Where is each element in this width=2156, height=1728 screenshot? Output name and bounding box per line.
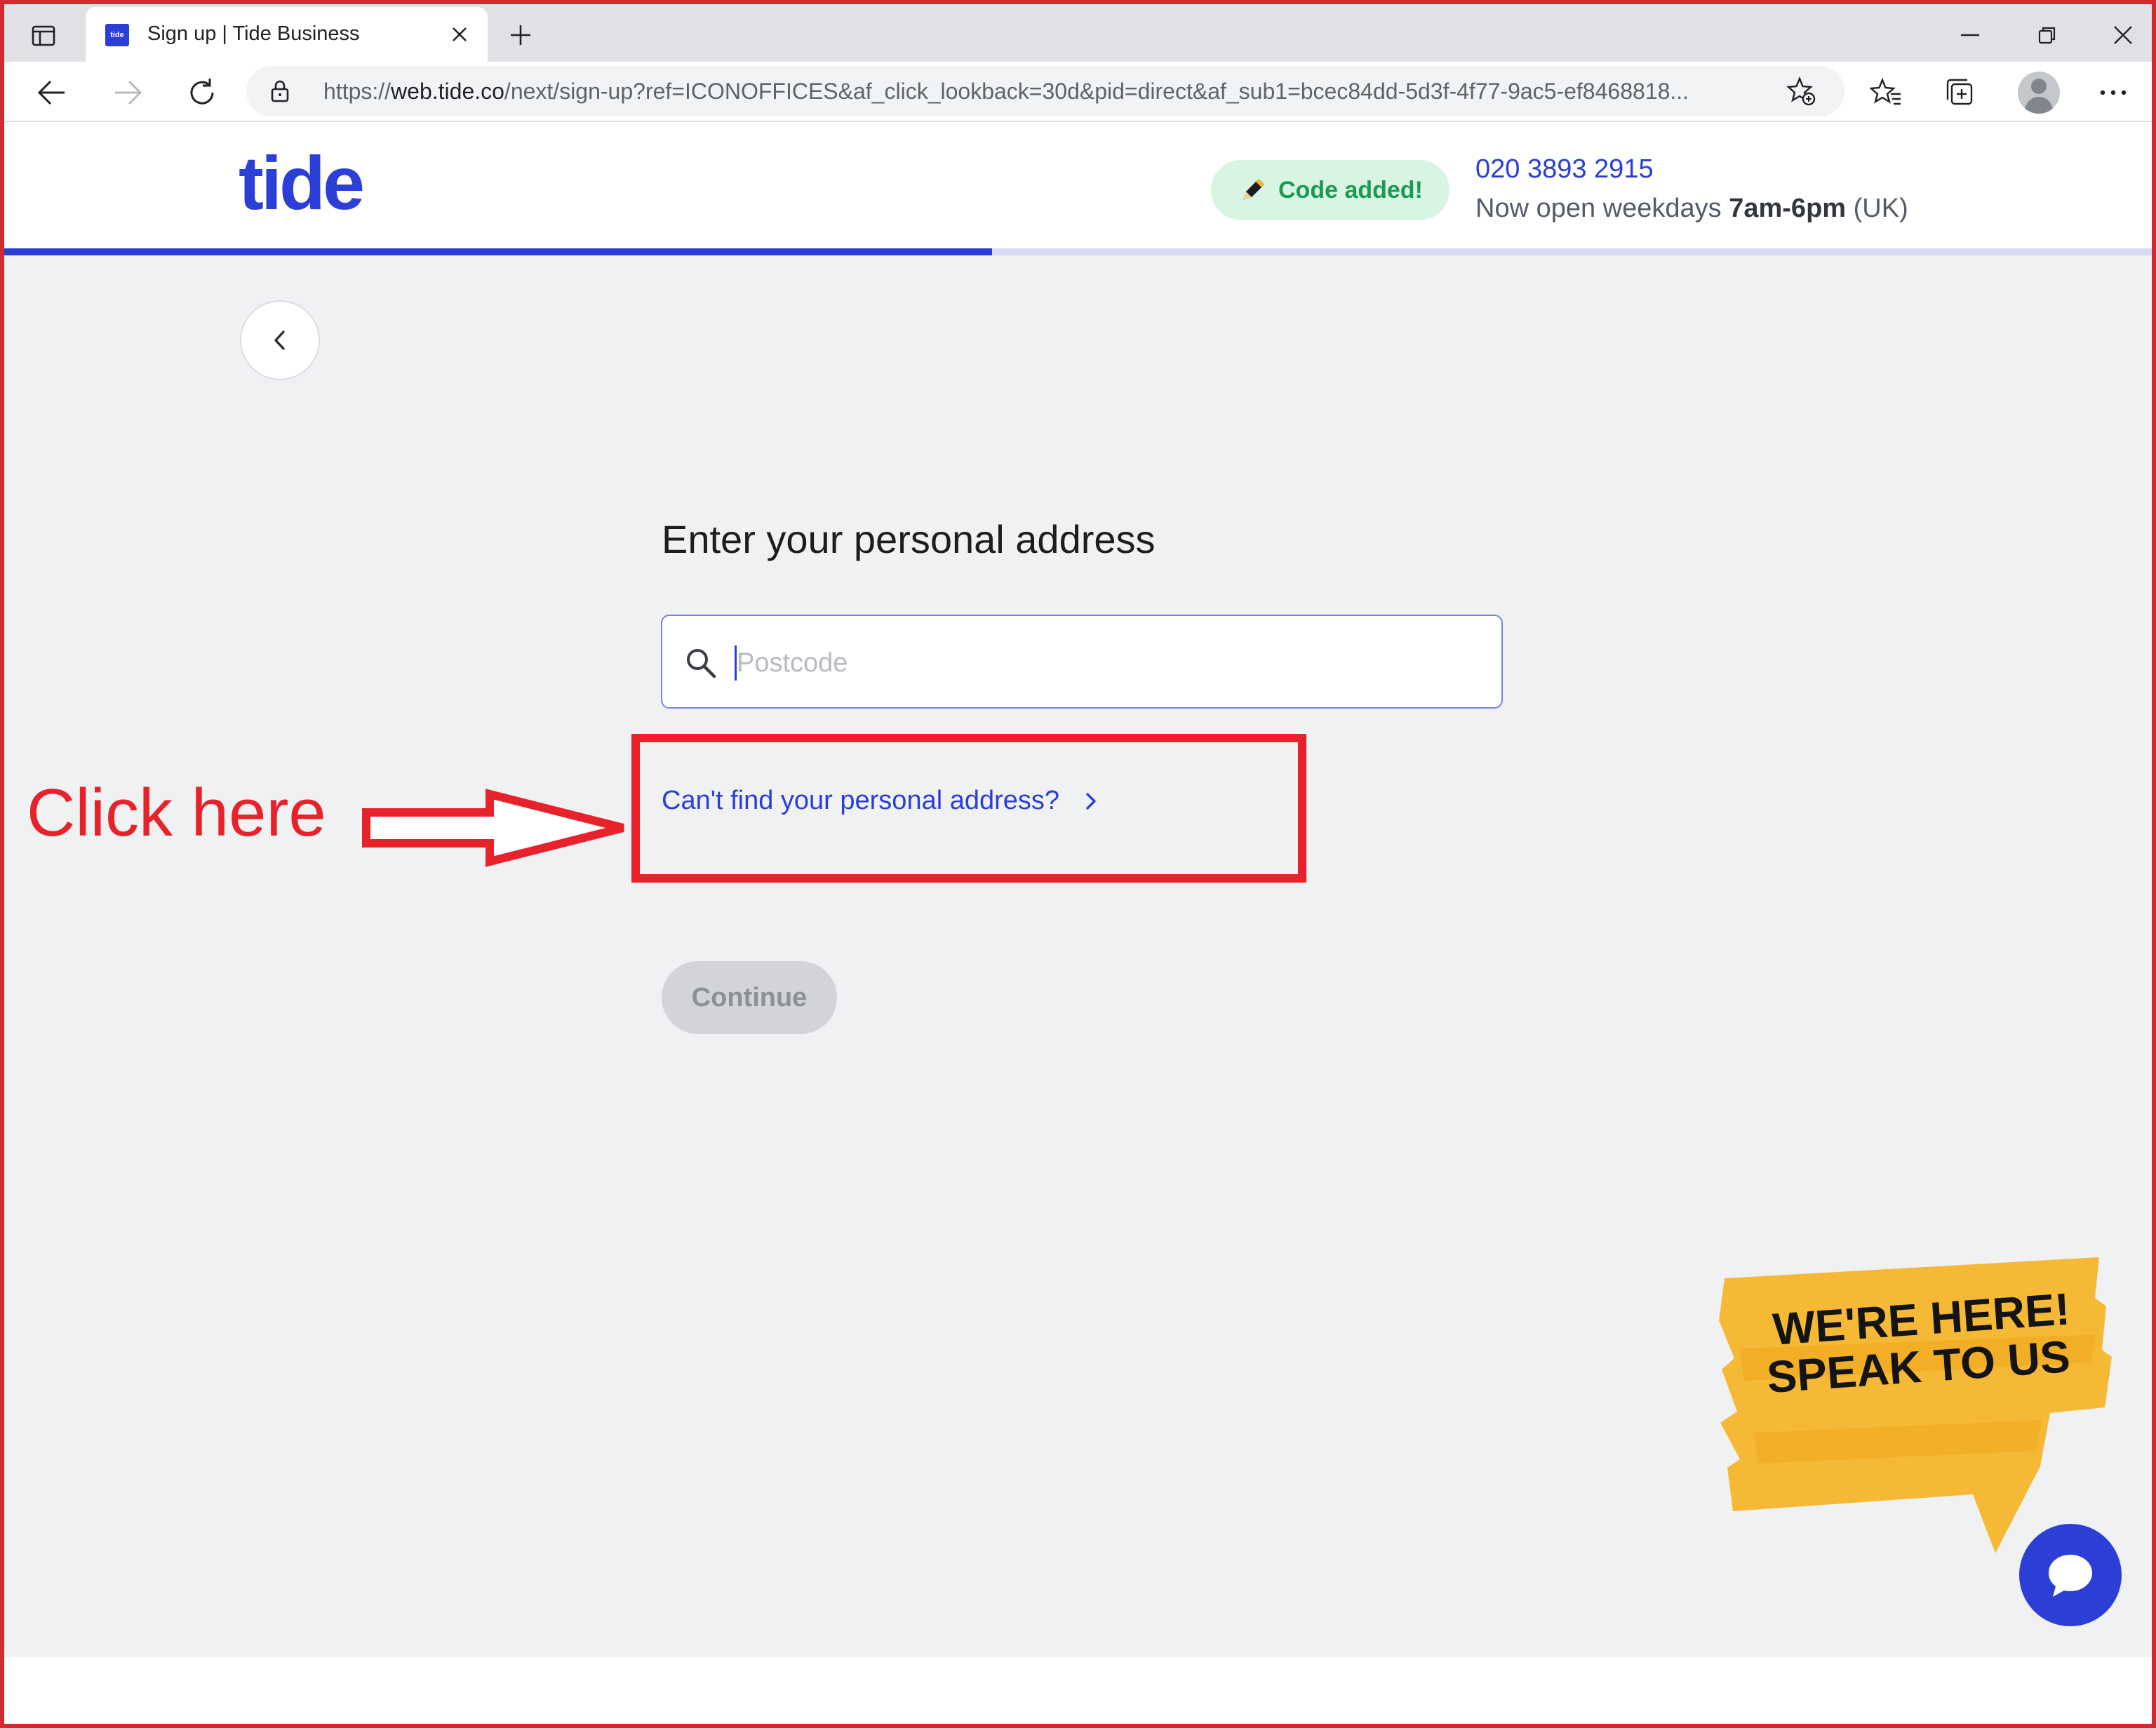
more-icon[interactable] <box>2092 72 2134 114</box>
opening-hours: Now open weekdays 7am-6pm (UK) <box>1475 194 1908 224</box>
close-window-icon[interactable] <box>2095 13 2151 58</box>
chat-button[interactable] <box>2019 1524 2122 1626</box>
pencil-icon <box>1243 179 1264 200</box>
tab-actions-icon[interactable] <box>22 18 65 53</box>
back-button[interactable] <box>240 300 320 380</box>
url-host: web.tide.co <box>391 79 504 104</box>
collections-icon[interactable] <box>1939 72 1981 114</box>
profile-head <box>2031 79 2047 94</box>
signup-progress-bar <box>4 248 2152 255</box>
url-path: /next/sign-up?ref=ICONOFFICES&af_click_l… <box>504 79 1689 104</box>
tide-logo[interactable]: tide <box>239 139 365 227</box>
browser-toolbar: https://web.tide.co/next/sign-up?ref=ICO… <box>4 62 2152 122</box>
continue-button[interactable]: Continue <box>662 961 837 1034</box>
browser-tab-active[interactable]: tide Sign up | Tide Business <box>86 7 488 62</box>
profile-icon[interactable] <box>2018 72 2060 114</box>
lock-icon[interactable] <box>267 79 293 104</box>
tab-title: Sign up | Tide Business <box>147 22 360 45</box>
plus-icon[interactable] <box>501 15 540 55</box>
hours-prefix: Now open weekdays <box>1475 194 1729 223</box>
page-title: Enter your personal address <box>662 517 1156 561</box>
postcode-input[interactable] <box>737 641 1480 685</box>
tab-strip: tide Sign up | Tide Business <box>4 4 2152 62</box>
site-header: tide Code added! 020 3893 2915 Now open … <box>4 123 2152 248</box>
annotation-highlight-box <box>631 734 1306 883</box>
url-text[interactable]: https://web.tide.co/next/sign-up?ref=ICO… <box>323 79 1748 105</box>
chat-bubble-icon <box>2049 1555 2092 1597</box>
text-caret <box>735 645 737 681</box>
url-prefix: https:// <box>323 79 391 104</box>
speak-to-us-sticker[interactable]: WE'RE HERE! SPEAK TO US <box>1712 1257 2126 1559</box>
refresh-icon[interactable] <box>181 72 223 114</box>
favorites-icon[interactable] <box>1865 72 1907 114</box>
chevron-left-icon <box>274 330 285 350</box>
annotation-click-here: Click here <box>27 775 326 850</box>
close-icon[interactable] <box>442 17 477 52</box>
search-icon <box>687 649 716 678</box>
hours-suffix: (UK) <box>1846 194 1908 223</box>
code-added-badge: Code added! <box>1211 160 1449 220</box>
phone-number-link[interactable]: 020 3893 2915 <box>1475 154 1654 185</box>
tide-favicon-icon: tide <box>105 24 129 46</box>
restore-icon[interactable] <box>2019 13 2075 58</box>
minimize-icon[interactable] <box>1942 13 1998 58</box>
hours-time: 7am-6pm <box>1729 194 1847 223</box>
back-arrow-icon[interactable] <box>31 72 73 114</box>
signup-progress-fill <box>4 248 993 255</box>
profile-body <box>2025 97 2053 114</box>
address-bar[interactable]: https://web.tide.co/next/sign-up?ref=ICO… <box>246 66 1844 116</box>
code-added-text: Code added! <box>1278 176 1423 203</box>
forward-arrow-icon[interactable] <box>107 72 149 114</box>
page-content: tide Code added! 020 3893 2915 Now open … <box>4 123 2152 1657</box>
add-favorite-icon[interactable] <box>1781 72 1821 111</box>
annotation-arrow-icon <box>362 789 624 867</box>
postcode-field[interactable] <box>661 615 1503 709</box>
